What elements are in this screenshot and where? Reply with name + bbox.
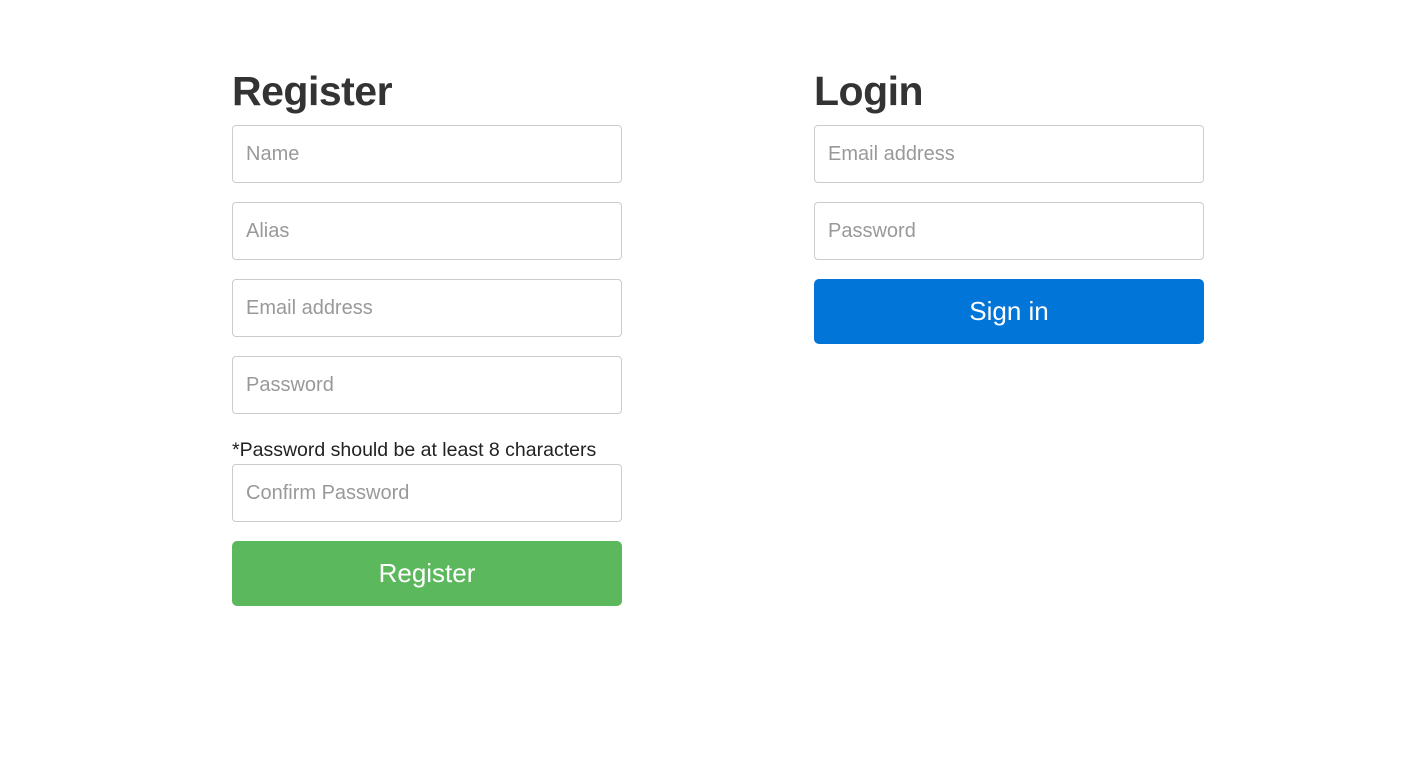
register-confirm-password-input[interactable]: [232, 464, 622, 522]
register-email-input[interactable]: [232, 279, 622, 337]
login-password-input[interactable]: [814, 202, 1204, 260]
sign-in-button[interactable]: Sign in: [814, 279, 1204, 344]
register-title: Register: [232, 68, 393, 114]
register-password-input[interactable]: [232, 356, 622, 414]
register-form: Register *Password should be at least 8 …: [232, 66, 622, 606]
register-alias-input[interactable]: [232, 202, 622, 260]
login-form: Login Sign in: [814, 66, 1204, 344]
auth-page: Register *Password should be at least 8 …: [0, 0, 1408, 784]
login-title: Login: [814, 68, 924, 114]
register-name-input[interactable]: [232, 125, 622, 183]
register-button[interactable]: Register: [232, 541, 622, 606]
password-hint-text: *Password should be at least 8 character…: [232, 439, 597, 461]
login-email-input[interactable]: [814, 125, 1204, 183]
